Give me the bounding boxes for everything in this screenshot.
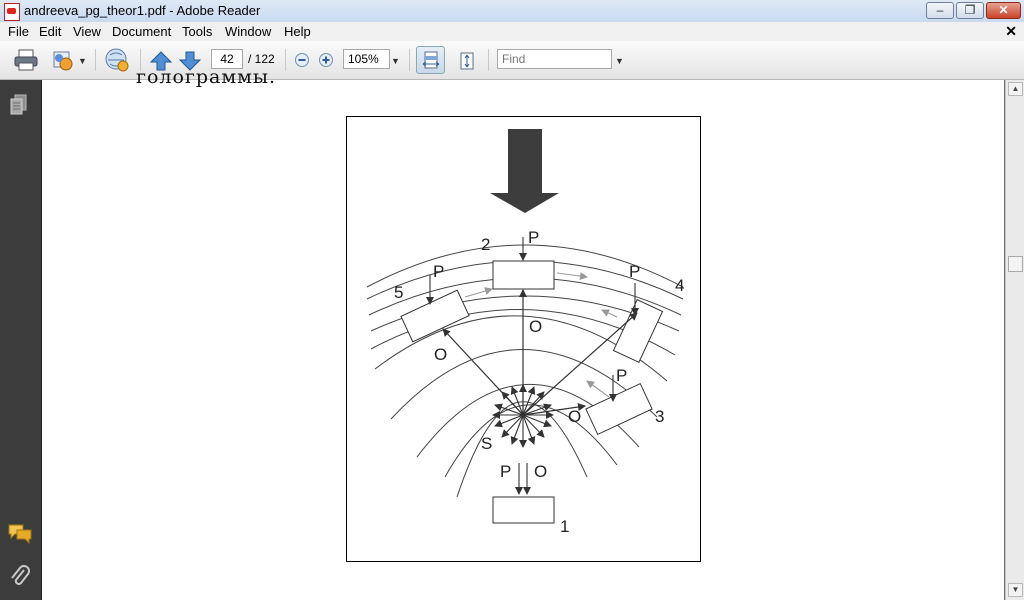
close-document-button[interactable]: ✕ (1005, 23, 1017, 40)
attachments-icon[interactable] (9, 564, 31, 588)
plate-2 (492, 260, 555, 290)
fit-width-icon (422, 51, 440, 69)
toolbar-separator (488, 49, 489, 71)
label-2: 2 (481, 235, 490, 254)
diagram-canvas: P 2 P 5 P 4 O O P O 3 S P O 1 (366, 129, 684, 536)
toolbar-separator (285, 49, 286, 71)
pages-panel-icon[interactable] (9, 94, 29, 116)
label-p-left: P (433, 262, 444, 281)
label-o-bottom: O (534, 462, 547, 481)
title-bar: andreeva_pg_theor1.pdf - Adobe Reader ‒ … (0, 0, 1024, 23)
window-title: andreeva_pg_theor1.pdf - Adobe Reader (24, 3, 261, 18)
zoom-in-icon[interactable] (318, 52, 334, 68)
share-dropdown-icon[interactable]: ▼ (78, 56, 87, 66)
label-p-lower: P (616, 366, 627, 385)
page-text-fragment: голограммы. (136, 66, 277, 88)
close-window-button[interactable]: ✕ (986, 2, 1021, 19)
label-4: 4 (675, 276, 684, 295)
minimize-button[interactable]: ‒ (926, 2, 954, 19)
fit-width-button[interactable] (416, 46, 445, 74)
share-icon[interactable] (51, 49, 75, 71)
menu-view[interactable]: View (73, 24, 101, 39)
toolbar-separator (409, 49, 410, 71)
label-5: 5 (394, 283, 403, 302)
hologram-diagram: P 2 P 5 P 4 O O P O 3 S P O 1 (346, 116, 701, 562)
print-icon[interactable] (14, 49, 38, 71)
collaborate-icon[interactable] (103, 47, 131, 73)
menu-bar: File Edit View Document Tools Window Hel… (0, 22, 1024, 41)
label-s: S (481, 434, 492, 453)
menu-help[interactable]: Help (284, 24, 311, 39)
toolbar-separator (95, 49, 96, 71)
restore-icon: ❐ (964, 3, 976, 17)
scrollbar-thumb[interactable] (1008, 256, 1023, 272)
label-o-lower: O (568, 407, 581, 426)
find-input[interactable]: Find (497, 49, 612, 69)
label-p-right: P (629, 262, 640, 281)
menu-document[interactable]: Document (112, 24, 171, 39)
menu-edit[interactable]: Edit (39, 24, 61, 39)
label-o-left: O (434, 345, 447, 364)
zoom-dropdown-icon[interactable]: ▼ (391, 56, 400, 66)
pdf-icon (4, 3, 20, 21)
navigation-panel (0, 80, 42, 600)
menu-file[interactable]: File (8, 24, 29, 39)
label-p-bottom: P (500, 462, 511, 481)
scroll-down-icon[interactable]: ▼ (1008, 583, 1023, 597)
incident-light-arrow (490, 129, 559, 213)
minimize-icon: ‒ (936, 3, 944, 17)
menu-tools[interactable]: Tools (182, 24, 212, 39)
menu-window[interactable]: Window (225, 24, 271, 39)
zoom-out-icon[interactable] (294, 52, 310, 68)
vertical-scrollbar[interactable]: ▲ ▼ (1005, 80, 1024, 600)
page-total: / 122 (248, 52, 275, 66)
scroll-up-icon[interactable]: ▲ (1008, 82, 1023, 96)
label-o-center: O (529, 317, 542, 336)
label-1: 1 (560, 517, 569, 536)
plate-1 (492, 496, 555, 524)
zoom-level-input[interactable]: 105% (343, 49, 390, 69)
label-3: 3 (655, 407, 664, 426)
restore-button[interactable]: ❐ (956, 2, 984, 19)
fit-page-icon[interactable] (457, 51, 477, 71)
label-p-top: P (528, 228, 539, 247)
point-source (492, 384, 554, 448)
find-dropdown-icon[interactable]: ▼ (615, 56, 624, 66)
close-icon: ✕ (998, 3, 1009, 17)
comments-icon[interactable] (7, 522, 33, 544)
